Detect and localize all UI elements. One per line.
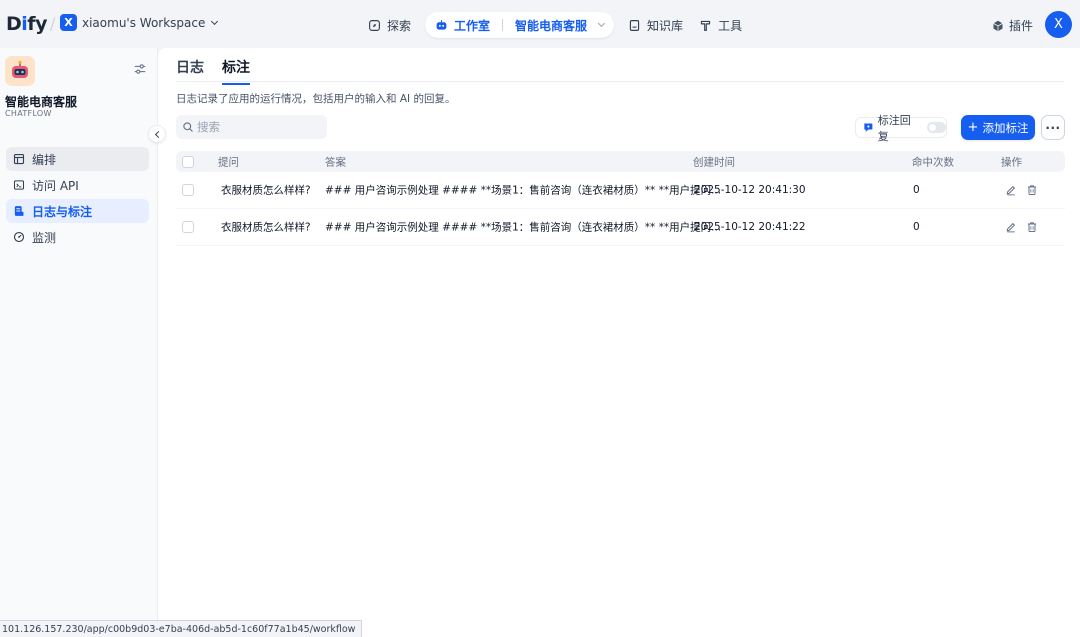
search-icon xyxy=(183,122,193,132)
row-created-time: 2025-10-12 20:41:30 xyxy=(694,184,806,196)
add-annotation-button[interactable]: + 添加标注 xyxy=(961,115,1035,140)
current-app-selector[interactable]: 智能电商客服 xyxy=(515,17,587,34)
divider: / xyxy=(50,14,56,33)
column-header-answer: 答案 xyxy=(325,156,346,168)
hammer-icon xyxy=(700,20,711,31)
trash-icon[interactable] xyxy=(1026,221,1038,233)
row-question: 衣服材质怎么样样? xyxy=(221,184,311,197)
app-robot-icon xyxy=(5,56,35,86)
column-header-actions: 操作 xyxy=(1001,156,1022,168)
table-row[interactable]: 衣服材质怎么样样? ### 用户咨询示例处理 #### **场景1：售前咨询（连… xyxy=(176,209,1065,246)
layout-icon xyxy=(13,153,25,165)
column-header-question: 提问 xyxy=(218,156,239,168)
nav-tools[interactable]: 工具 xyxy=(691,12,750,38)
row-checkbox[interactable] xyxy=(182,184,194,196)
workspace-switcher[interactable]: X xiaomu's Workspace xyxy=(60,14,219,31)
app-name: 智能电商客服 xyxy=(5,95,78,109)
annotation-reply-label: 标注回复 xyxy=(877,113,911,143)
chevron-left-icon xyxy=(154,130,162,138)
gauge-icon xyxy=(13,231,25,243)
edit-icon[interactable] xyxy=(1005,221,1017,233)
search-input[interactable] xyxy=(197,120,317,134)
nav-separator xyxy=(502,19,504,31)
app-sidebar: 智能电商客服 CHATFLOW 编排 访问 API 日志与标注 监测 xyxy=(0,48,166,637)
table-row[interactable]: 衣服材质怎么样样? ### 用户咨询示例处理 #### **场景1：售前咨询（连… xyxy=(176,172,1065,209)
message-icon xyxy=(864,123,873,132)
row-answer: ### 用户咨询示例处理 #### **场景1：售前咨询（连衣裙材质）** **… xyxy=(325,184,722,197)
app-type: CHATFLOW xyxy=(5,109,52,118)
row-question: 衣服材质怎么样样? xyxy=(221,221,311,234)
workspace-badge: X xyxy=(60,14,77,31)
sidebar-menu: 编排 访问 API 日志与标注 监测 xyxy=(6,147,149,251)
more-options-button[interactable]: ··· xyxy=(1041,115,1065,140)
settings-icon[interactable] xyxy=(133,62,147,76)
top-bar: Dify / X xiaomu's Workspace 探索 工作室 智能电商客… xyxy=(0,0,1080,48)
main-nav: 探索 工作室 智能电商客服 知识库 工具 xyxy=(360,12,750,38)
dify-logo[interactable]: Dify xyxy=(6,13,47,35)
row-created-time: 2025-10-12 20:41:22 xyxy=(694,221,806,233)
sidebar-item-monitor[interactable]: 监测 xyxy=(6,225,149,249)
page-description: 日志记录了应用的运行情况，包括用户的输入和 AI 的回复。 xyxy=(176,93,456,105)
edit-icon[interactable] xyxy=(1005,184,1017,196)
book-icon xyxy=(629,19,640,31)
sidebar-item-orchestrate[interactable]: 编排 xyxy=(6,147,149,171)
sidebar-item-label: 监测 xyxy=(32,230,57,245)
table-header: 提问 答案 创建时间 命中次数 操作 xyxy=(176,151,1065,172)
main-panel: 日志 标注 日志记录了应用的运行情况，包括用户的输入和 AI 的回复。 标注回复… xyxy=(158,48,1080,637)
nav-knowledge-label: 知识库 xyxy=(647,18,684,33)
status-url-bar: 101.126.157.230/app/c00b9d03-e7ba-406d-a… xyxy=(0,620,363,637)
nav-studio-label: 工作室 xyxy=(454,18,491,33)
workspace-name: xiaomu's Workspace xyxy=(82,15,206,30)
trash-icon[interactable] xyxy=(1026,184,1038,196)
collapse-sidebar-button[interactable] xyxy=(148,125,166,143)
row-hit-count: 0 xyxy=(913,221,920,233)
robot-icon xyxy=(436,19,447,30)
sidebar-item-label: 日志与标注 xyxy=(32,204,93,219)
divider xyxy=(176,81,1064,82)
compass-icon xyxy=(369,19,380,31)
chevron-down-icon xyxy=(598,19,606,28)
nav-tools-label: 工具 xyxy=(718,18,743,33)
row-answer: ### 用户咨询示例处理 #### **场景1：售前咨询（连衣裙材质）** **… xyxy=(325,221,722,234)
row-checkbox[interactable] xyxy=(182,221,194,233)
sidebar-item-label: 编排 xyxy=(32,152,57,167)
document-icon xyxy=(14,206,24,216)
plugins-label: 插件 xyxy=(1009,19,1034,33)
nav-studio[interactable]: 工作室 智能电商客服 xyxy=(425,12,615,38)
search-box xyxy=(176,115,327,139)
nav-explore-label: 探索 xyxy=(387,18,412,33)
plus-icon: + xyxy=(967,120,979,135)
column-header-created: 创建时间 xyxy=(693,156,735,168)
chevron-down-icon xyxy=(211,17,219,25)
sidebar-item-logs[interactable]: 日志与标注 xyxy=(6,199,149,223)
row-hit-count: 0 xyxy=(913,184,920,196)
user-avatar[interactable]: X xyxy=(1045,11,1072,38)
sidebar-item-api[interactable]: 访问 API xyxy=(6,173,149,197)
column-header-hits: 命中次数 xyxy=(912,156,954,168)
terminal-icon xyxy=(13,180,25,190)
annotation-reply-toggle[interactable] xyxy=(926,122,946,133)
plugins-button[interactable]: 插件 xyxy=(992,17,1033,34)
nav-explore[interactable]: 探索 xyxy=(360,12,419,38)
select-all-checkbox[interactable] xyxy=(182,155,194,168)
annotation-reply-control: 标注回复 xyxy=(855,114,947,143)
cube-icon xyxy=(993,20,1003,31)
add-annotation-label: 添加标注 xyxy=(982,120,1029,135)
nav-knowledge[interactable]: 知识库 xyxy=(620,12,691,38)
sidebar-item-label: 访问 API xyxy=(32,178,79,193)
